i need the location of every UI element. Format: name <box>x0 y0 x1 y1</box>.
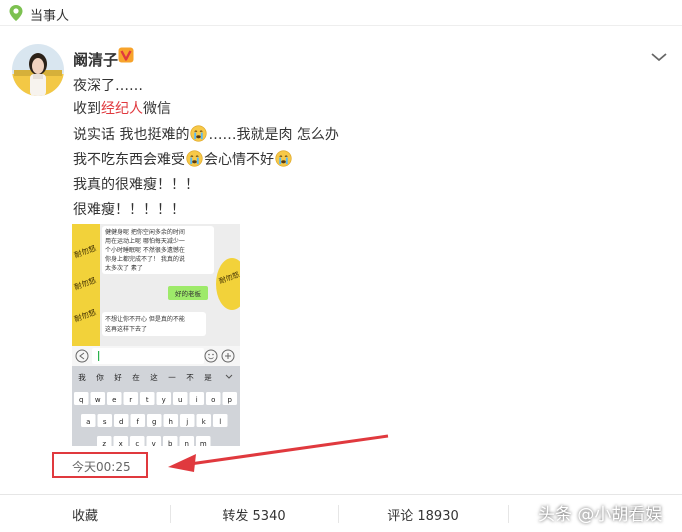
repost-label: 转发 5340 <box>222 508 286 524</box>
crying-emoji-icon <box>186 150 203 167</box>
topic-link[interactable]: 经纪人 <box>101 101 143 117</box>
repost-button[interactable]: 转发 5340 <box>170 495 338 532</box>
crying-emoji-icon <box>190 125 208 142</box>
chat-message-line: 这再这样下去了 <box>105 325 147 333</box>
chat-message-line: 太多次了 素了 <box>105 264 143 272</box>
keyboard-key-label: d <box>119 418 123 426</box>
collect-button[interactable]: 收藏 <box>0 495 170 532</box>
keyboard-key-label: x <box>119 440 123 446</box>
keyboard-key-label: p <box>228 396 233 404</box>
keyboard-key-label: u <box>178 396 182 404</box>
chat-screenshot: 耐勿怒 耐勿怒 耐勿怒 耐勿怒 健健身呢 把你空闲多余的时间 用在运动上呢 哪怕… <box>72 224 240 446</box>
username[interactable]: 阚清子 <box>73 49 118 70</box>
keyboard-key-label: 是 <box>204 373 212 382</box>
divider <box>508 505 509 523</box>
keyboard-key-label: e <box>112 396 116 404</box>
attached-image[interactable]: 耐勿怒 耐勿怒 耐勿怒 耐勿怒 健健身呢 把你空闲多余的时间 用在运动上呢 哪怕… <box>72 224 240 446</box>
chat-message-line: 健健身呢 把你空闲多余的时间 <box>105 228 185 236</box>
keyboard-key-label: 我 <box>78 372 86 382</box>
keyboard-key-label: z <box>102 440 106 446</box>
avatar[interactable] <box>12 44 64 96</box>
post-line-1: 夜深了…… <box>73 78 143 94</box>
crying-emoji-icon <box>275 150 292 167</box>
keyboard-key-label: g <box>152 418 156 426</box>
keyboard-key-label: y <box>162 396 166 404</box>
post-text: ……我就是肉 怎么办 <box>208 127 339 143</box>
keyboard-key-label: w <box>95 396 101 404</box>
annotation-arrow <box>168 434 389 472</box>
keyboard-row: asdfghjkl <box>81 414 228 427</box>
keyboard-key-label: a <box>86 418 90 426</box>
keyboard-key-label: 不 <box>186 373 194 382</box>
post-line-2: 收到经纪人微信 <box>73 98 171 118</box>
chat-message-line: 不想让你不开心 但是真的不能 <box>105 315 185 323</box>
verified-v-icon <box>118 47 134 63</box>
chevron-down-icon[interactable] <box>648 50 670 64</box>
post-text: 会心情不好 <box>204 152 274 168</box>
comment-button[interactable]: 评论 18930 <box>338 495 508 532</box>
keyboard-key-label: 你 <box>96 372 104 382</box>
chat-message-line: 你身上都完成不了！ 我真的说 <box>105 255 185 263</box>
post-text: 微信 <box>143 101 171 117</box>
chat-message-line: 个小时睡眠呢 不然很多遗憾在 <box>105 246 185 254</box>
keyboard-key-label: v <box>152 440 156 446</box>
post-text: 收到 <box>73 101 101 117</box>
comment-label: 评论 18930 <box>387 508 459 524</box>
keyboard-key-label: l <box>219 418 221 426</box>
location-pin-icon <box>9 5 23 21</box>
keyboard-key-label: r <box>129 396 132 404</box>
keyboard-key-label: j <box>185 418 188 426</box>
post-timestamp[interactable]: 今天00:25 <box>72 458 131 475</box>
keyboard-key-label: 在 <box>132 372 140 382</box>
top-bar: 当事人 <box>0 0 682 26</box>
chat-message-line: 用在运动上呢 哪怕每天减少一 <box>105 237 185 245</box>
post-line-4: 我不吃东西会难受 会心情不好 <box>73 149 293 169</box>
post-text: 说实话 我也挺难的 <box>73 127 190 143</box>
collect-label: 收藏 <box>71 508 98 524</box>
post-line-3: 说实话 我也挺难的 ……我就是肉 怎么办 <box>73 124 339 144</box>
post-line-5: 我真的很难瘦！！！ <box>73 177 199 193</box>
keyboard-key-label: q <box>79 396 83 404</box>
keyboard-key-label: t <box>146 396 149 404</box>
post-text: 我不吃东西会难受 <box>73 152 185 168</box>
keyboard-key-label: i <box>196 396 198 404</box>
keyboard-key-label: 这 <box>150 372 158 382</box>
post-line-6: 很难瘦！！！！！ <box>73 202 185 218</box>
chat-message-line: 好的老板 <box>175 289 202 298</box>
keyboard-key-label: s <box>103 418 107 426</box>
section-title: 当事人 <box>30 9 70 24</box>
keyboard-key-label: h <box>169 418 173 426</box>
keyboard-key-label: 一 <box>168 373 176 382</box>
watermark: 头条 @小胡看娱 <box>538 505 663 525</box>
keyboard-key-label: c <box>135 440 139 446</box>
keyboard-key-label: o <box>211 396 215 404</box>
keyboard-key-label: 好 <box>114 372 122 382</box>
